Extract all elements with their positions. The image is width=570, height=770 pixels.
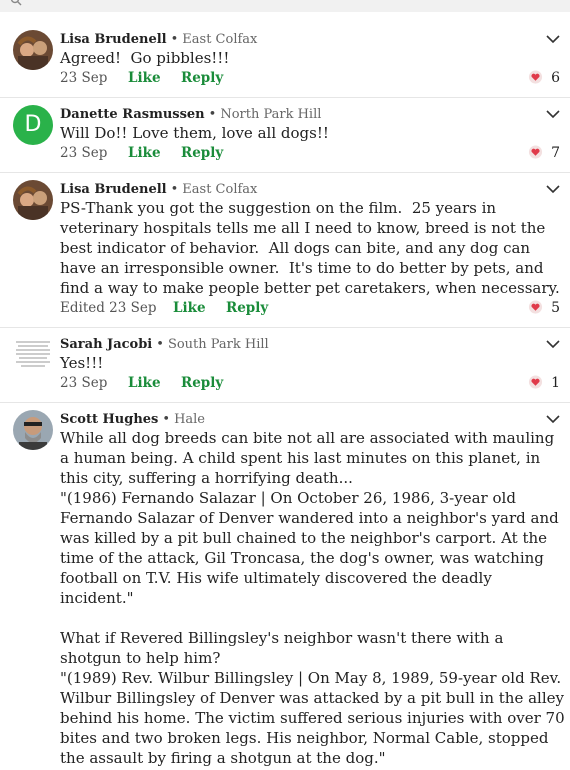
neighborhood[interactable]: Hale	[174, 412, 205, 427]
comment-text: While all dog breeds can bite not all ar…	[60, 429, 565, 767]
like-button[interactable]: Like	[173, 298, 206, 318]
neighborhood[interactable]: East Colfax	[182, 182, 257, 197]
divider	[0, 97, 570, 98]
comment-item: Lisa Brudenell • East Colfax PS-Thank you …	[0, 180, 570, 326]
comment-text: Will Do!! Love them, love all dogs!!	[60, 124, 329, 142]
like-button[interactable]: Like	[128, 373, 161, 393]
separator-dot: •	[162, 412, 171, 427]
separator-dot: •	[208, 107, 217, 122]
divider	[0, 172, 570, 173]
like-count[interactable]: 5	[528, 298, 560, 318]
comment-meta: Edited 23 Sep Like Reply	[60, 298, 268, 318]
author-name[interactable]: Sarah Jacobi	[60, 337, 152, 352]
author-name[interactable]: Lisa Brudenell	[60, 32, 167, 47]
reply-button[interactable]: Reply	[226, 298, 268, 318]
comment-date: Edited 23 Sep	[60, 300, 157, 316]
like-count[interactable]: 6	[528, 68, 560, 88]
comment-item: Sarah Jacobi • South Park Hill Yes!!! 23 S…	[0, 335, 570, 401]
author-line: Danette Rasmussen • North Park Hill	[60, 105, 321, 125]
comment-text: Yes!!!	[60, 354, 104, 372]
comment-date: 23 Sep	[60, 375, 108, 391]
divider	[0, 327, 570, 328]
like-count-value: 7	[551, 145, 560, 161]
chevron-down-icon[interactable]	[545, 34, 561, 44]
like-count[interactable]: 1	[528, 373, 560, 393]
comment-text: Agreed! Go pibbles!!!	[60, 49, 230, 67]
avatar[interactable]	[13, 30, 53, 70]
chevron-down-icon[interactable]	[545, 109, 561, 119]
heart-icon	[529, 375, 543, 389]
avatar[interactable]: D	[13, 105, 53, 145]
like-count-value: 6	[551, 70, 560, 86]
reply-button[interactable]: Reply	[181, 143, 223, 163]
top-search-bar[interactable]	[0, 0, 570, 12]
neighborhood[interactable]: North Park Hill	[220, 107, 321, 122]
reply-button[interactable]: Reply	[181, 68, 223, 88]
search-icon	[10, 0, 22, 6]
chevron-down-icon[interactable]	[545, 339, 561, 349]
chevron-down-icon[interactable]	[545, 184, 561, 194]
heart-icon	[529, 145, 543, 159]
like-button[interactable]: Like	[128, 68, 161, 88]
comment-item: D Danette Rasmussen • North Park Hill Will…	[0, 105, 570, 171]
comment-date: 23 Sep	[60, 70, 108, 86]
author-line: Scott Hughes • Hale	[60, 410, 205, 430]
author-name[interactable]: Scott Hughes	[60, 412, 158, 427]
comment-text: PS-Thank you got the suggestion on the f…	[60, 199, 560, 297]
author-line: Lisa Brudenell • East Colfax	[60, 30, 257, 50]
comment-item: Lisa Brudenell • East Colfax Agreed! Go pi…	[0, 30, 570, 96]
avatar[interactable]	[13, 335, 53, 375]
comment-meta: 23 Sep Like Reply	[60, 373, 223, 393]
like-count[interactable]: 7	[528, 143, 560, 163]
comment-item: Scott Hughes • Hale While all dog breeds c…	[0, 410, 570, 770]
author-line: Sarah Jacobi • South Park Hill	[60, 335, 269, 355]
like-count-value: 5	[551, 300, 560, 316]
comment-meta: 23 Sep Like Reply	[60, 68, 223, 88]
separator-dot: •	[156, 337, 164, 352]
author-name[interactable]: Danette Rasmussen	[60, 107, 205, 122]
avatar[interactable]	[13, 410, 53, 450]
like-count-value: 1	[551, 375, 560, 391]
heart-icon	[529, 70, 543, 84]
separator-dot: •	[170, 32, 179, 47]
neighborhood[interactable]: East Colfax	[182, 32, 257, 47]
author-line: Lisa Brudenell • East Colfax	[60, 180, 257, 200]
avatar-letter: D	[24, 112, 42, 137]
divider	[0, 402, 570, 403]
like-button[interactable]: Like	[128, 143, 161, 163]
separator-dot: •	[170, 182, 179, 197]
chevron-down-icon[interactable]	[545, 414, 561, 424]
neighborhood[interactable]: South Park Hill	[168, 337, 269, 352]
comment-date: 23 Sep	[60, 145, 108, 161]
heart-icon	[529, 300, 543, 314]
avatar[interactable]	[13, 180, 53, 220]
reply-button[interactable]: Reply	[181, 373, 223, 393]
author-name[interactable]: Lisa Brudenell	[60, 182, 167, 197]
comment-meta: 23 Sep Like Reply	[60, 143, 223, 163]
